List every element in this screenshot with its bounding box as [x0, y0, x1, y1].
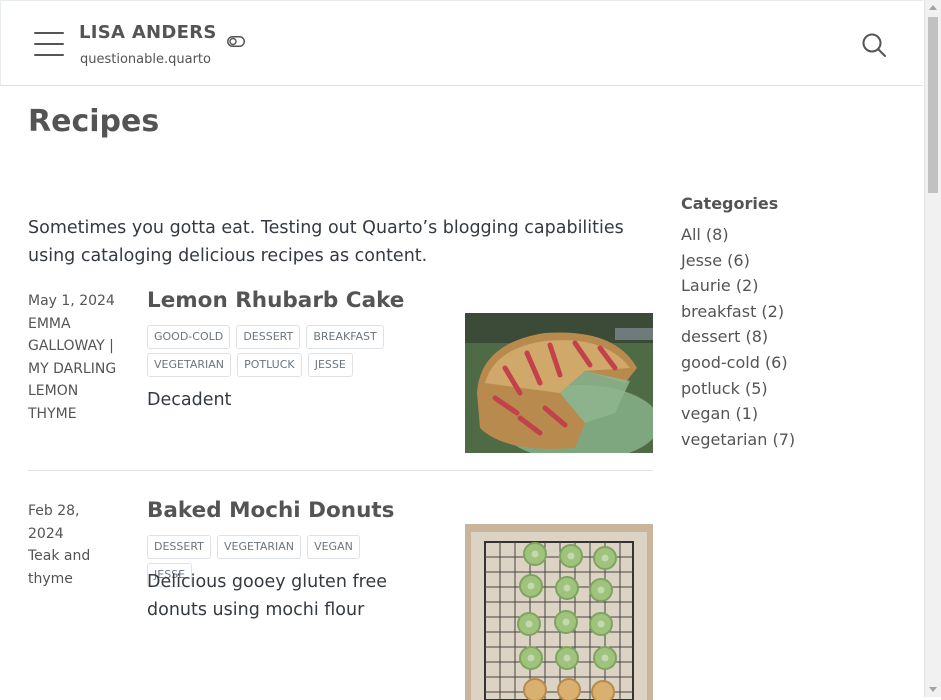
menu-icon[interactable]: [34, 32, 64, 56]
category-tag[interactable]: POTLUCK: [237, 353, 302, 377]
category-filter-potluck[interactable]: potluck (5): [681, 376, 901, 402]
category-tag[interactable]: BREAKFAST: [306, 325, 384, 349]
vertical-scrollbar[interactable]: [924, 0, 941, 697]
scrollbar-thumb[interactable]: [928, 17, 938, 193]
category-tag[interactable]: VEGETARIAN: [217, 535, 301, 559]
category-tag[interactable]: VEGAN: [307, 535, 360, 559]
category-filter-dessert[interactable]: dessert (8): [681, 324, 901, 350]
post-meta: May 1, 2024 EMMA GALLOWAY | MY DARLING L…: [28, 290, 118, 425]
post-author: Teak and thyme: [28, 548, 91, 587]
category-filter-vegetarian[interactable]: vegetarian (7): [681, 427, 901, 453]
post-thumbnail-donuts[interactable]: [465, 524, 653, 700]
post-title[interactable]: Baked Mochi Donuts: [147, 498, 394, 523]
category-filter-laurie[interactable]: Laurie (2): [681, 273, 901, 299]
page-intro: Sometimes you gotta eat. Testing out Qua…: [28, 218, 624, 266]
post-listing-item: Feb 28, 2024 Teak and thyme Baked Mochi …: [28, 498, 653, 700]
post-description: Decadent: [147, 390, 232, 410]
site-subtitle[interactable]: questionable.quarto: [80, 52, 211, 67]
scroll-down-arrow-icon[interactable]: [929, 687, 937, 692]
post-date: Feb 28, 2024: [28, 503, 80, 542]
toggle-icon[interactable]: [227, 36, 245, 47]
page-title: Recipes: [28, 104, 160, 139]
category-tag[interactable]: GOOD-COLD: [147, 325, 231, 349]
post-meta: Feb 28, 2024 Teak and thyme: [28, 500, 118, 590]
category-filter-all[interactable]: All (8): [681, 222, 901, 248]
post-date: May 1, 2024: [28, 293, 115, 309]
post-listing-item: May 1, 2024 EMMA GALLOWAY | MY DARLING L…: [28, 288, 653, 471]
category-tag[interactable]: DESSERT: [147, 535, 211, 559]
category-tag[interactable]: DESSERT: [236, 325, 301, 349]
category-tag[interactable]: JESSE: [307, 353, 353, 377]
site-title[interactable]: LISA ANDERS: [79, 22, 217, 43]
category-filter-breakfast[interactable]: breakfast (2): [681, 299, 901, 325]
post-title[interactable]: Lemon Rhubarb Cake: [147, 288, 404, 313]
navbar: LISA ANDERS questionable.quarto: [0, 0, 923, 86]
categories-sidebar: Categories All (8) Jesse (6) Laurie (2) …: [681, 194, 901, 452]
category-filter-jesse[interactable]: Jesse (6): [681, 248, 901, 274]
category-tag[interactable]: VEGETARIAN: [147, 353, 231, 377]
search-icon[interactable]: [861, 32, 887, 58]
post-categories: GOOD-COLD DESSERT BREAKFAST VEGETARIAN P…: [147, 325, 397, 381]
category-filter-vegan[interactable]: vegan (1): [681, 401, 901, 427]
post-thumbnail-cake[interactable]: [465, 313, 653, 453]
post-description: Delicious gooey gluten free donuts using…: [147, 572, 387, 620]
category-filter-good-cold[interactable]: good-cold (6): [681, 350, 901, 376]
categories-heading: Categories: [681, 194, 779, 213]
post-author: EMMA GALLOWAY | MY DARLING LEMON THYME: [28, 315, 117, 422]
scroll-up-arrow-icon[interactable]: [929, 5, 937, 10]
